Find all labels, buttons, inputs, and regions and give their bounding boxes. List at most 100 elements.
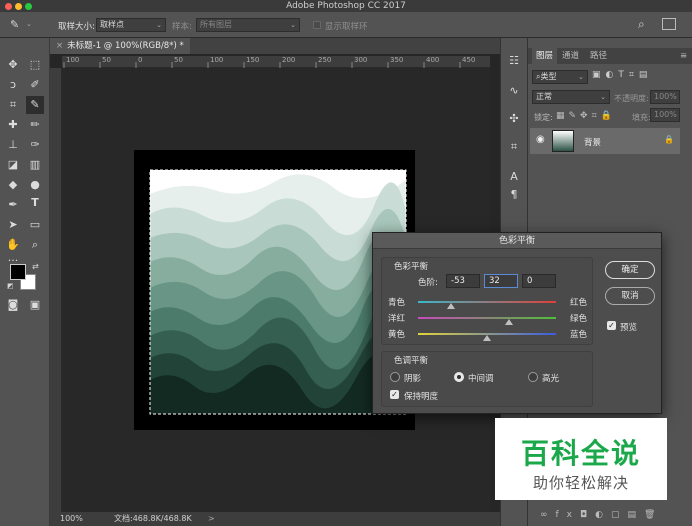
sample-size-select[interactable]: 取样点 ⌄ (96, 18, 166, 32)
levels-label: 色阶: (418, 278, 438, 288)
document-info[interactable]: 文档:468.8K/468.8K (114, 512, 192, 526)
crop-tool-icon[interactable]: ⌗ (4, 96, 22, 114)
cyan-label: 青色 (388, 298, 406, 308)
eyedropper-icon[interactable]: ✎ (10, 18, 19, 31)
paragraph-icon[interactable]: ¶ (505, 186, 523, 204)
layers-footer-icons[interactable]: ∞fx◘◐▢▤🗑 (540, 510, 663, 520)
tool-preset-chevron-icon[interactable]: ⌄ (26, 20, 32, 28)
tab-channels[interactable]: 通道 (558, 48, 583, 64)
move-tool-icon[interactable]: ✥ (4, 56, 22, 74)
default-colors-icon[interactable]: ◩ (7, 282, 14, 290)
color-balance-group-title: 色彩平衡 (394, 262, 429, 272)
app-title: Adobe Photoshop CC 2017 (286, 1, 406, 11)
swap-colors-icon[interactable]: ⇄ (32, 262, 39, 271)
dodge-tool-icon[interactable]: ● (26, 176, 44, 194)
path-selection-tool-icon[interactable]: ➤ (4, 216, 22, 234)
character-icon[interactable]: A (505, 168, 523, 186)
magenta-green-slider-thumb[interactable] (505, 319, 513, 325)
filter-icons[interactable]: ▣◐T⌗▤ (592, 70, 652, 80)
preview-checkbox[interactable]: ✓ (607, 321, 616, 330)
type-tool-icon[interactable]: T (26, 194, 44, 212)
cyan-red-slider-thumb[interactable] (447, 303, 455, 309)
cancel-button[interactable]: 取消 (605, 287, 655, 305)
yellow-label: 黄色 (388, 330, 406, 340)
libraries-icon[interactable]: ☷ (505, 52, 523, 70)
lock-icons[interactable]: ▦✎✥⌗🔒 (556, 111, 616, 121)
show-ring-checkbox[interactable] (313, 21, 321, 29)
sample-size-label: 取样大小: (58, 22, 95, 32)
layers-panel-tabs: 图层 通道 路径 ≡ (528, 48, 692, 64)
shadows-label: 阴影 (404, 374, 422, 384)
shadows-radio[interactable] (390, 372, 400, 382)
yellow-blue-slider-thumb[interactable] (483, 335, 491, 341)
highlights-label: 高光 (542, 374, 560, 384)
pen-tool-icon[interactable]: ✒ (4, 196, 22, 214)
levels-field-magenta-green[interactable]: 32 (484, 274, 518, 288)
foreground-color-swatch[interactable] (10, 264, 26, 280)
eyedropper-tool-icon[interactable]: ✎ (26, 96, 44, 114)
close-window-button[interactable] (5, 3, 12, 10)
tab-layers[interactable]: 图层 (532, 48, 558, 64)
healing-brush-tool-icon[interactable]: ✚ (4, 116, 22, 134)
marquee-tool-icon[interactable]: ⬚ (26, 56, 44, 74)
levels-field-cyan-red[interactable]: -53 (446, 274, 480, 288)
panel-menu-icon[interactable]: ≡ (676, 48, 691, 64)
layer-row-background[interactable]: ◉ 背景 🔒 (530, 128, 680, 154)
levels-field-yellow-blue[interactable]: 0 (522, 274, 556, 288)
sample-select[interactable]: 所有图层 ⌄ (196, 18, 300, 32)
close-tab-icon[interactable]: × (56, 41, 63, 51)
puppet-icon[interactable]: ✣ (505, 110, 523, 128)
document-tab-title: 未标题-1 @ 100%(RGB/8*) * (67, 41, 184, 51)
eraser-tool-icon[interactable]: ◪ (4, 156, 22, 174)
tone-balance-group-title: 色调平衡 (394, 356, 429, 366)
highlights-radio[interactable] (528, 372, 538, 382)
tone-balance-group: 色调平衡 阴影 中间调 高光 ✓ 保持明度 (381, 351, 593, 407)
sample-label: 样本: (172, 22, 192, 32)
blend-mode-select[interactable]: 正常 ⌄ (532, 90, 610, 104)
gradient-tool-icon[interactable]: ▥ (26, 156, 44, 174)
eye-icon[interactable]: ◉ (536, 134, 545, 145)
lock-label: 锁定: (534, 113, 553, 122)
opacity-field[interactable]: 100% (650, 90, 680, 104)
quick-mask-icon[interactable]: ◙ (4, 296, 22, 314)
minimize-window-button[interactable] (15, 3, 22, 10)
options-bar: ✎ ⌄ 取样大小: 取样点 ⌄ 样本: 所有图层 ⌄ 显示取样环 ⌕ (0, 12, 692, 38)
kind-filter-select[interactable]: ⌕类型 ⌄ (532, 70, 588, 84)
preserve-luminosity-checkbox[interactable]: ✓ (390, 390, 399, 399)
clone-stamp-tool-icon[interactable]: ⊥ (4, 136, 22, 154)
midtones-radio[interactable] (454, 372, 464, 382)
search-icon[interactable]: ⌕ (638, 17, 645, 32)
watermark-title: 百科全说 (520, 437, 641, 470)
zoom-window-button[interactable] (25, 3, 32, 10)
screen-mode-icon[interactable]: ▣ (26, 296, 44, 314)
rectangle-tool-icon[interactable]: ▭ (26, 216, 44, 234)
ruler-tick-label: 350 (390, 56, 404, 64)
document-tab[interactable]: × 未标题-1 @ 100%(RGB/8*) * (50, 38, 190, 54)
ruler-tick-label: 150 (246, 56, 260, 64)
chevron-down-icon: ⌄ (578, 73, 584, 81)
crop-panel-icon[interactable]: ⌗ (505, 138, 523, 156)
sample-value: 所有图层 (200, 20, 232, 29)
history-brush-tool-icon[interactable]: ✑ (26, 136, 44, 154)
zoom-level[interactable]: 100% (60, 512, 83, 526)
curves-icon[interactable]: ∿ (505, 82, 523, 100)
chevron-down-icon: ⌄ (290, 21, 296, 29)
magenta-green-slider-track[interactable] (418, 317, 556, 319)
cyan-red-slider-track[interactable] (418, 301, 556, 303)
ruler-tick-label: 0 (138, 56, 143, 64)
fill-field[interactable]: 100% (650, 108, 680, 122)
layer-lock-icon: 🔒 (664, 135, 674, 144)
show-ring-label: 显示取样环 (325, 22, 368, 32)
blur-tool-icon[interactable]: ◆ (4, 176, 22, 194)
lasso-tool-icon[interactable]: ↄ (4, 76, 22, 94)
brush-tool-icon[interactable]: ✏ (26, 116, 44, 134)
quick-select-tool-icon[interactable]: ✐ (26, 76, 44, 94)
status-bar: 100% 文档:468.8K/468.8K > (50, 512, 500, 526)
status-menu-arrow-icon[interactable]: > (208, 512, 215, 526)
workspace-icon[interactable] (662, 18, 676, 30)
watermark-subtitle: 助你轻松解决 (532, 474, 629, 492)
ruler-tick-label: 400 (426, 56, 440, 64)
tab-paths[interactable]: 路径 (586, 48, 611, 64)
ok-button[interactable]: 确定 (605, 261, 655, 279)
zoom-tool-icon[interactable]: ⌕ (26, 236, 44, 254)
